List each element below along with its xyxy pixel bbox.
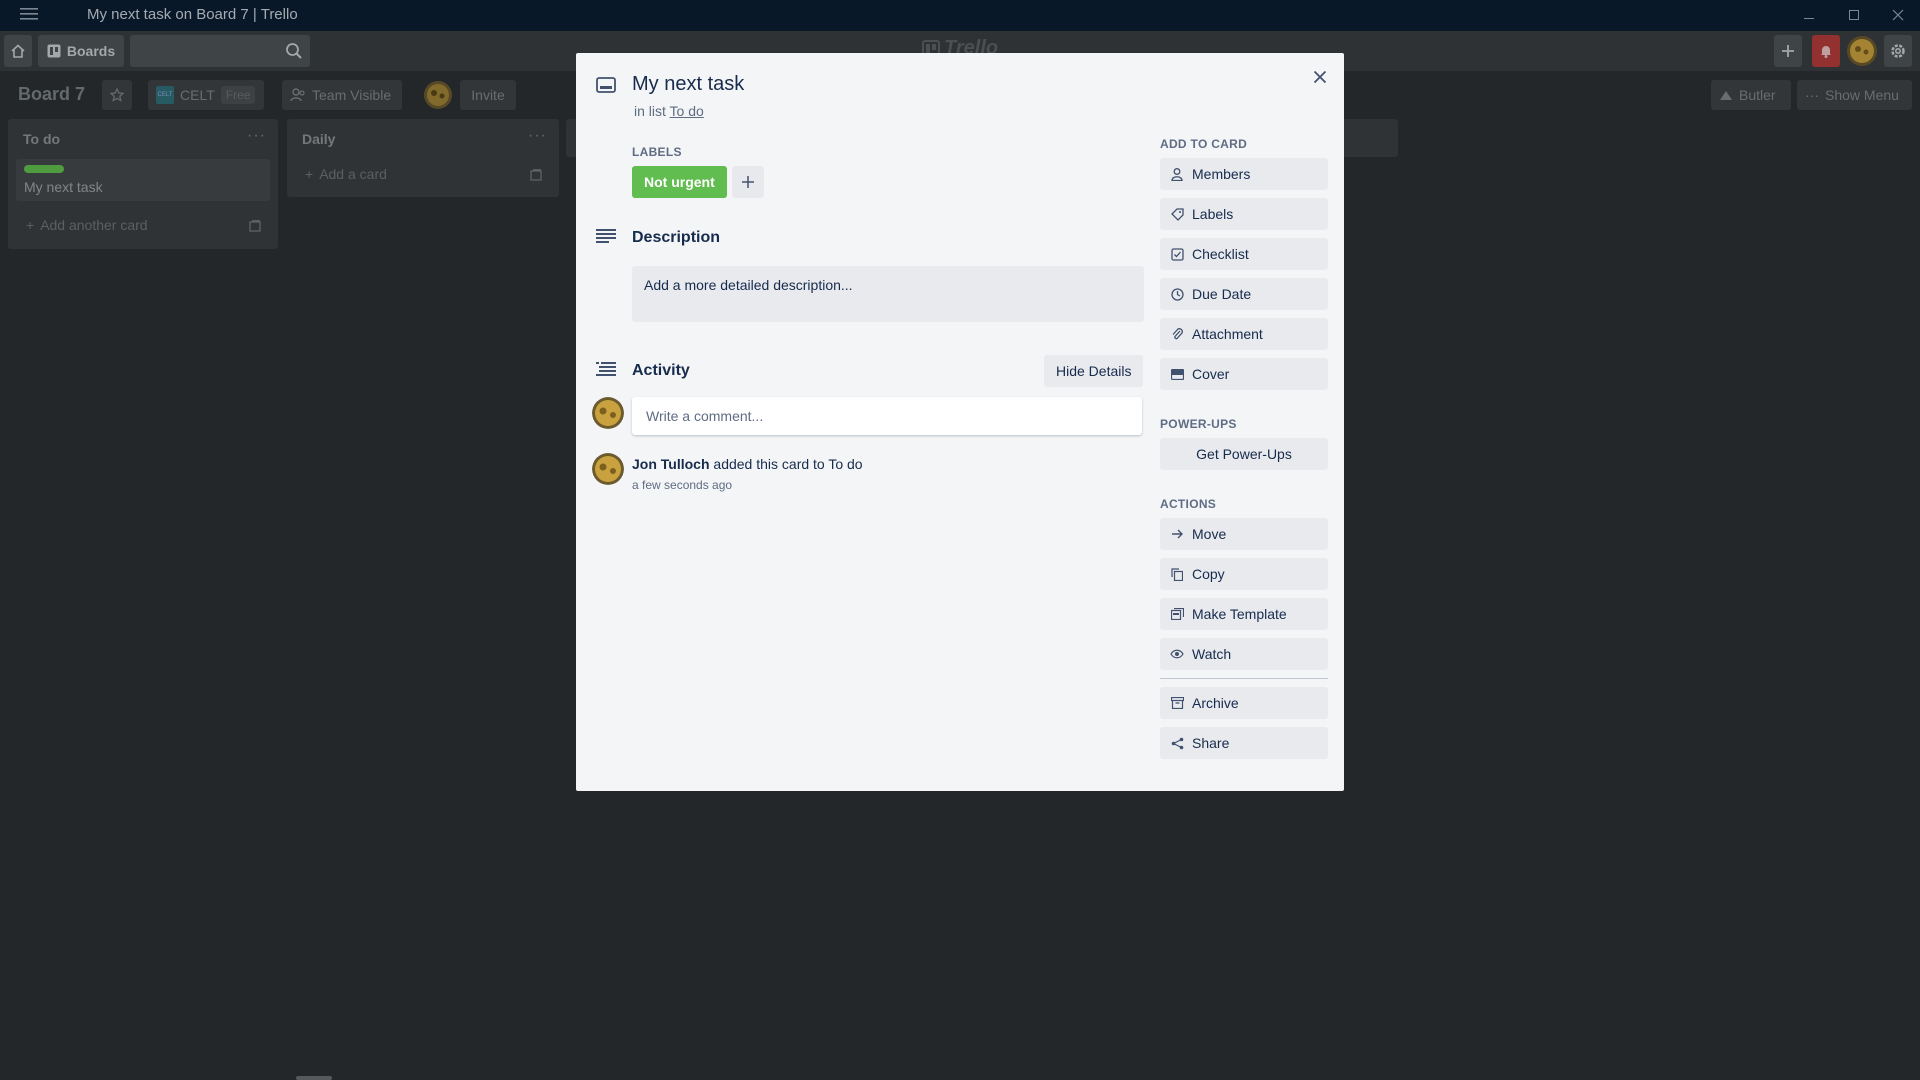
avatar-icon (592, 397, 624, 429)
members-button[interactable]: Members (1160, 158, 1328, 190)
share-button[interactable]: Share (1160, 727, 1328, 759)
clock-icon (1170, 287, 1184, 301)
attachment-label: Attachment (1192, 326, 1263, 342)
card-detail-modal: My next task in list To do LABELS Not ur… (576, 53, 1344, 791)
avatar-icon (592, 453, 624, 485)
cover-label: Cover (1192, 366, 1230, 382)
activity-user[interactable]: Jon Tulloch (632, 456, 710, 472)
card-list-info: in list To do (634, 103, 704, 119)
archive-button[interactable]: Archive (1160, 687, 1328, 719)
labels-label: Labels (1192, 206, 1234, 222)
cover-button[interactable]: Cover (1160, 358, 1328, 390)
arrow-right-icon (1170, 527, 1184, 541)
in-list-prefix: in list (634, 103, 666, 119)
label-chip[interactable]: Not urgent (632, 166, 727, 198)
activity-title: Activity (632, 362, 690, 379)
activity-avatar[interactable] (592, 453, 624, 485)
close-icon (1313, 70, 1327, 84)
card-title[interactable]: My next task (632, 73, 744, 96)
person-icon (1170, 167, 1184, 181)
cover-icon (1170, 367, 1184, 381)
card-icon (596, 76, 616, 94)
due-date-button[interactable]: Due Date (1160, 278, 1328, 310)
board-scrollbar[interactable] (296, 1076, 332, 1080)
plus-icon (742, 176, 754, 188)
watch-button[interactable]: Watch (1160, 638, 1328, 670)
comment-input[interactable] (644, 407, 1128, 425)
actions-heading: ACTIONS (1160, 497, 1217, 511)
powerups-heading: POWER-UPS (1160, 417, 1237, 431)
make-template-label: Make Template (1192, 606, 1287, 622)
get-powerups-button[interactable]: Get Power-Ups (1160, 438, 1328, 470)
share-label: Share (1192, 735, 1230, 751)
copy-label: Copy (1192, 566, 1225, 582)
tag-icon (1170, 207, 1184, 221)
labels-heading: LABELS (632, 145, 682, 159)
copy-button[interactable]: Copy (1160, 558, 1328, 590)
move-label: Move (1192, 526, 1227, 542)
comment-field[interactable] (632, 397, 1142, 435)
description-icon (596, 228, 616, 244)
add-label-button[interactable] (732, 166, 764, 198)
description-placeholder: Add a more detailed description... (644, 277, 853, 293)
activity-entry: Jon Tulloch added this card to To do (632, 456, 863, 472)
move-button[interactable]: Move (1160, 518, 1328, 550)
checklist-label: Checklist (1192, 246, 1249, 262)
description-title: Description (632, 229, 721, 246)
description-field[interactable]: Add a more detailed description... (632, 266, 1144, 322)
copy-icon (1170, 567, 1184, 581)
activity-action: added this card to To do (709, 456, 863, 472)
eye-icon (1170, 647, 1184, 661)
members-label: Members (1192, 166, 1251, 182)
labels-button[interactable]: Labels (1160, 198, 1328, 230)
activity-icon (596, 361, 616, 377)
watch-label: Watch (1192, 646, 1232, 662)
activity-time[interactable]: a few seconds ago (632, 478, 732, 492)
list-link[interactable]: To do (670, 103, 704, 119)
checklist-button[interactable]: Checklist (1160, 238, 1328, 270)
attachment-button[interactable]: Attachment (1160, 318, 1328, 350)
checklist-icon (1170, 247, 1184, 261)
due-date-label: Due Date (1192, 286, 1252, 302)
template-icon (1170, 607, 1184, 621)
actions-divider (1160, 678, 1328, 679)
close-modal-button[interactable] (1306, 63, 1334, 91)
share-icon (1170, 736, 1184, 750)
hide-details-button[interactable]: Hide Details (1044, 355, 1144, 387)
commenter-avatar[interactable] (592, 397, 624, 429)
archive-label: Archive (1192, 695, 1239, 711)
add-to-card-heading: ADD TO CARD (1160, 137, 1248, 151)
archive-icon (1170, 696, 1184, 710)
paperclip-icon (1170, 327, 1184, 341)
make-template-button[interactable]: Make Template (1160, 598, 1328, 630)
